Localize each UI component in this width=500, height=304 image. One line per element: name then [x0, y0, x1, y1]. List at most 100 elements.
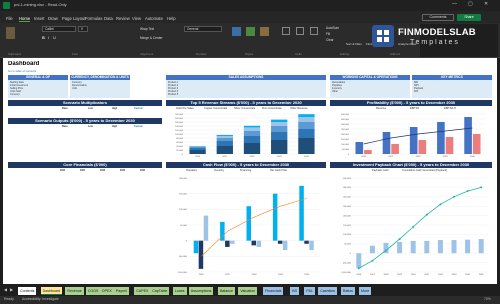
sheet-tab[interactable]: Assumptions [188, 287, 214, 295]
payback-y-tick: 100,000 [343, 234, 352, 236]
payback-point [480, 186, 483, 189]
sheet-tab[interactable]: Dashboard [40, 287, 63, 295]
cashflow-bar [225, 240, 230, 247]
core-financials-table [8, 168, 162, 280]
cashflow-bar [193, 240, 199, 254]
sheet-tab[interactable]: Ratios [340, 287, 355, 295]
core-fin-year: 2029 [120, 169, 126, 172]
tab-help[interactable]: Help [167, 16, 176, 21]
format-cells-icon[interactable] [310, 27, 318, 35]
sheet-tab[interactable]: BS [290, 287, 299, 295]
brand-sub: Templates [410, 39, 460, 46]
sheet-tab[interactable]: OPEX [99, 287, 114, 295]
tab-data[interactable]: Data [104, 16, 113, 21]
italic-button[interactable]: I [48, 35, 49, 40]
payback-y-tick: 250,000 [343, 206, 352, 208]
profit-revenue-bar [464, 117, 472, 154]
sheet-tab[interactable]: Valuation [238, 287, 258, 295]
sheet-tab[interactable]: Financials [263, 287, 284, 295]
sheet-tab[interactable]: Loans [172, 287, 187, 295]
conditional-format-icon[interactable] [232, 27, 241, 36]
toc-link[interactable]: Go to table of contents [8, 69, 36, 73]
sheet-tab[interactable]: Revenue [65, 287, 84, 295]
paste-icon[interactable] [6, 27, 15, 39]
title-bar [0, 0, 500, 11]
number-format-select[interactable]: General [184, 26, 222, 32]
status-accessibility[interactable]: Accessibility: Investigate [22, 297, 59, 301]
close-button[interactable]: ✕ [484, 1, 488, 7]
tab-home[interactable]: Home [19, 16, 31, 22]
underline-button[interactable]: U [53, 35, 56, 40]
bold-button[interactable]: B [42, 35, 45, 40]
cashflow-legend-item: Operating [186, 169, 198, 172]
cashflow-bar [230, 240, 235, 244]
revenue-x-tick: 2026 [195, 156, 201, 158]
cashflow-x-tick: 2028 [252, 274, 258, 276]
sheet-nav-right[interactable]: ▶ [10, 287, 13, 292]
sheet-tab[interactable]: Cashflow [318, 287, 337, 295]
excel-icon [3, 2, 10, 9]
tab-insert[interactable]: Insert [34, 16, 44, 21]
cashflow-y-tick: 100,000 [179, 209, 188, 211]
payback-cumulative-line [358, 187, 482, 269]
revenue-bar [271, 126, 288, 132]
wrap-text-button[interactable]: Wrap Text [140, 27, 154, 31]
sheet-tab[interactable]: Balance [218, 287, 235, 295]
tab-page-layout[interactable]: Page Layout [62, 16, 86, 21]
sheet-nav-left[interactable]: ◀ [4, 287, 7, 292]
sheet-tab[interactable]: More [359, 287, 372, 295]
sheet-tab[interactable]: Payroll [113, 287, 129, 295]
payback-y-tick: (100,000) [342, 272, 352, 274]
scenario-output-col: High [112, 125, 118, 128]
profit-ebitda-bar [445, 137, 454, 154]
profit-ebitda-bar [364, 150, 372, 154]
cashflow-y-tick: 200,000 [179, 178, 188, 180]
autosum-button[interactable]: AutoSum [326, 26, 339, 30]
revenue-bar [216, 146, 233, 154]
font-size-select[interactable]: 9 [78, 26, 88, 32]
profit-y-tick: 0 [348, 154, 350, 156]
tab-review[interactable]: Review [116, 16, 130, 21]
scenario-col: Base [62, 107, 68, 110]
merge-center-button[interactable]: Merge & Center [140, 36, 163, 40]
sheet-tab[interactable]: CapTable [150, 287, 170, 295]
font-name-select[interactable]: Calibri [42, 26, 76, 32]
sheet-tab[interactable]: CAPEX [134, 287, 151, 295]
tab-draw[interactable]: Draw [48, 16, 58, 21]
clear-button[interactable]: Clear [326, 38, 334, 42]
cell-styles-icon[interactable] [260, 27, 269, 36]
sheet-tab[interactable]: P&L [304, 287, 315, 295]
maximize-button[interactable]: ▢ [468, 1, 473, 7]
tab-file[interactable]: File [6, 16, 13, 21]
tab-automate[interactable]: Automate [145, 16, 163, 21]
fill-button[interactable]: Fill [326, 32, 330, 36]
payback-y-tick: 150,000 [343, 225, 352, 227]
profit-y-tick: 250,000 [341, 129, 350, 131]
profit-revenue-bar [382, 132, 391, 154]
payback-point [412, 225, 415, 228]
comments-button[interactable]: Comments [422, 14, 454, 21]
zoom-level[interactable]: 70% [484, 297, 491, 301]
sheet-tab[interactable]: COGS [85, 287, 101, 295]
payback-point [453, 195, 455, 198]
revenue-bar [298, 129, 315, 138]
minimize-button[interactable]: — [452, 1, 457, 7]
insert-cells-icon[interactable] [282, 27, 290, 35]
payback-bar [410, 240, 416, 254]
payback-x-tick: 2034 [465, 274, 471, 276]
payback-bar [356, 253, 362, 269]
tab-view[interactable]: View [132, 16, 141, 21]
payback-x-tick: 2026 [356, 274, 362, 276]
revenue-chart-title: Top 5 Revenue Streams ($'000) - 5 years … [166, 100, 326, 106]
format-table-icon[interactable] [246, 27, 255, 36]
sheet-tab[interactable]: Contents [18, 287, 37, 295]
tab-formulas[interactable]: Formulas [85, 16, 102, 21]
profit-ebitda-bar [418, 140, 427, 154]
revenue-legend-item: Other Revenue [290, 107, 308, 110]
payback-bar [397, 241, 403, 254]
payback-chart-title: Investment Payback Chart ($'000) - 5 yea… [330, 162, 492, 168]
sort-filter-button[interactable]: Sort & Filter [346, 42, 362, 46]
share-button[interactable]: Share [457, 14, 481, 21]
delete-cells-icon[interactable] [296, 27, 304, 35]
payback-y-tick: 50,000 [344, 244, 351, 246]
